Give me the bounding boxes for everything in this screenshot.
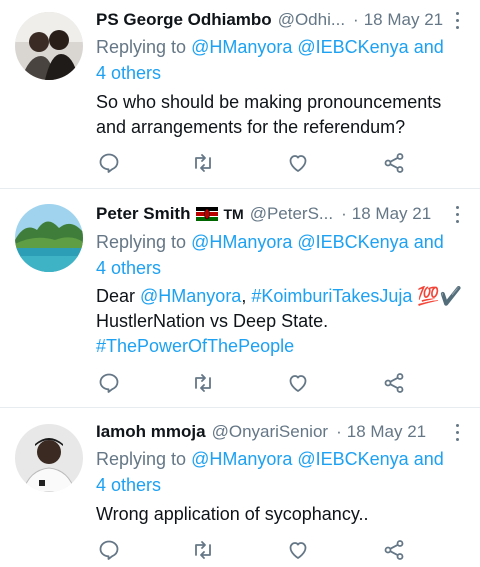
text-line: HustlerNation vs Deep State. [96,311,329,331]
tweet-header: Iamoh mmoja @OnyariSenior · 18 May 21 [96,421,460,443]
share-icon[interactable] [382,151,406,175]
reply-icon[interactable] [97,151,121,175]
tweet-text: Dear @HManyora, #KoimburiTakesJuja 💯✔️ H… [96,284,476,359]
emoji: 💯✔️ [412,286,463,306]
author-name[interactable]: Peter Smith [96,204,190,224]
text-mention[interactable]: @HManyora [140,286,241,306]
tweet-text: So who should be making pronouncements a… [96,92,442,137]
author-handle[interactable]: @PeterS... [250,204,333,224]
text-comma: , [241,286,252,306]
hashtag-link[interactable]: #ThePowerOfThePeople [96,336,294,356]
share-icon[interactable] [382,538,406,562]
tweet-actions [0,371,480,395]
tweet-text: Wrong application of sycophancy.. [96,504,369,524]
avatar[interactable] [15,12,83,80]
tweet-date[interactable]: 18 May 21 [347,422,426,442]
avatar[interactable] [15,204,83,272]
reply-mentions[interactable]: @HManyora @IEBCKenya and [191,37,444,57]
reply-icon[interactable] [97,371,121,395]
hashtag-link[interactable]: #KoimburiTakesJuja [251,286,412,306]
reply-mentions[interactable]: @HManyora @IEBCKenya and [191,232,444,252]
like-icon[interactable] [286,371,310,395]
reply-mentions[interactable]: @HManyora @IEBCKenya and [191,449,444,469]
reply-others[interactable]: 4 others [96,258,161,278]
retweet-icon[interactable] [191,151,215,175]
tweet-actions [0,538,480,562]
retweet-icon[interactable] [191,371,215,395]
separator: · [336,422,342,441]
author-name[interactable]: Iamoh mmoja [96,422,206,442]
separator: · [341,204,347,223]
replying-to: Replying to @HManyora @IEBCKenya and 4 o… [96,34,466,86]
avatar[interactable] [15,424,83,492]
tweet[interactable]: PS George Odhiambo @Odhi... · 18 May 21 … [0,0,480,189]
replying-to: Replying to @HManyora @IEBCKenya and 4 o… [96,446,466,498]
reply-others[interactable]: 4 others [96,475,161,495]
retweet-icon[interactable] [191,538,215,562]
tweet-date[interactable]: 18 May 21 [364,10,443,30]
tweet-date[interactable]: 18 May 21 [352,204,431,224]
share-icon[interactable] [382,371,406,395]
reply-icon[interactable] [97,538,121,562]
replying-to: Replying to @HManyora @IEBCKenya and 4 o… [96,229,466,281]
more-icon[interactable] [456,12,460,30]
tm-badge: TM [223,206,244,222]
text-prefix: Dear [96,286,141,306]
replying-label: Replying to [96,449,192,469]
replying-label: Replying to [96,37,192,57]
more-icon[interactable] [456,206,460,224]
replying-label: Replying to [96,232,192,252]
tweet[interactable]: Iamoh mmoja @OnyariSenior · 18 May 21 Re… [0,408,480,560]
author-handle[interactable]: @Odhi... [278,10,345,30]
separator: · [353,10,359,29]
like-icon[interactable] [286,538,310,562]
tweet-header: Peter Smith TM @PeterS... · 18 May 21 [96,203,460,225]
tweet[interactable]: Peter Smith TM @PeterS... · 18 May 21 Re… [0,189,480,408]
tweet-header: PS George Odhiambo @Odhi... · 18 May 21 [96,9,460,31]
author-name[interactable]: PS George Odhiambo [96,10,272,30]
more-icon[interactable] [456,424,460,442]
author-handle[interactable]: @OnyariSenior [212,422,328,442]
like-icon[interactable] [286,151,310,175]
kenya-flag-icon [196,207,219,221]
reply-others[interactable]: 4 others [96,63,161,83]
tweet-actions [0,151,480,175]
